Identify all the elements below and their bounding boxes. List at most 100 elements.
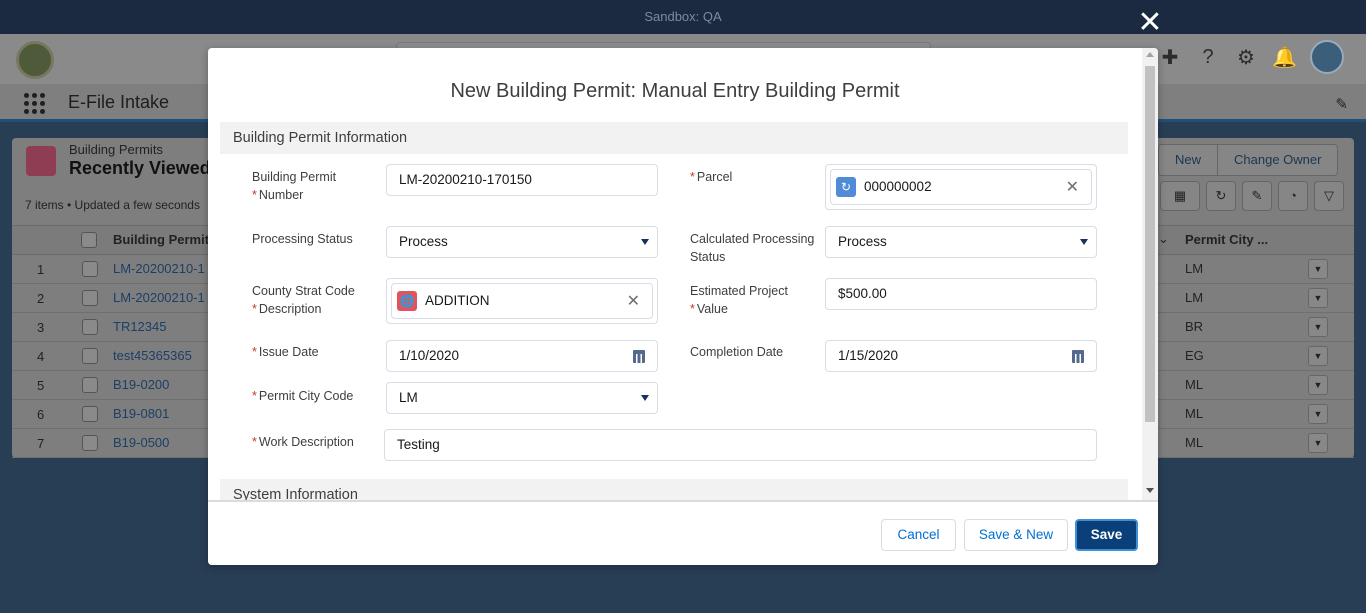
section-permit-info[interactable]: Building Permit Information [220, 122, 1128, 154]
row-city: LM [1185, 290, 1204, 305]
processing-status-select[interactable]: Process [386, 226, 658, 258]
parcel-lookup-field[interactable]: ↻ 000000002 ✕ [825, 164, 1097, 210]
gear-icon[interactable]: ⚙ [1234, 45, 1258, 70]
add-icon[interactable]: ✚ [1158, 45, 1182, 70]
list-toolbar: ▦ ↻ ✎ ◔ ▽ [1160, 181, 1344, 211]
est-value-field[interactable]: $500.00 [825, 278, 1097, 310]
row-link[interactable]: B19-0200 [113, 377, 169, 392]
edit-nav-icon[interactable]: ✎ [1335, 95, 1348, 113]
avatar[interactable] [1310, 40, 1344, 74]
help-icon[interactable]: ? [1196, 46, 1220, 69]
parcel-pill: ↻ 000000002 ✕ [830, 169, 1092, 205]
column-header-city[interactable]: Permit City ... [1185, 232, 1268, 247]
app-name: E-File Intake [68, 92, 170, 112]
row-checkbox[interactable] [82, 377, 98, 393]
refresh-icon[interactable]: ↻ [1206, 181, 1236, 211]
modal-scroll-thumb[interactable] [1145, 66, 1155, 422]
row-number: 1 [37, 262, 45, 277]
globe-icon: 🌐 [397, 291, 417, 311]
row-link[interactable]: LM-20200210-1 [113, 290, 205, 305]
issue-date-value: 1/10/2020 [399, 348, 460, 363]
app-launcher-icon[interactable] [24, 93, 46, 115]
completion-date-label: Completion Date [690, 345, 784, 359]
row-checkbox[interactable] [82, 348, 98, 364]
row-checkbox[interactable] [82, 406, 98, 422]
permit-number-field[interactable]: LM-20200210-170150 [386, 164, 658, 196]
row-number: 7 [37, 436, 45, 451]
county-strat-lookup-field[interactable]: 🌐 ADDITION ✕ [386, 278, 658, 324]
parcel-icon: ↻ [836, 177, 856, 197]
list-actions: New Change Owner [1158, 144, 1339, 176]
row-checkbox[interactable] [82, 290, 98, 306]
row-city: BR [1185, 319, 1204, 334]
modal-footer: Cancel Save & New Save [208, 500, 1158, 565]
list-view-title[interactable]: Recently Viewed [69, 158, 211, 179]
county-strat-pill: 🌐 ADDITION ✕ [391, 283, 653, 319]
edit-list-icon[interactable]: ✎ [1242, 181, 1272, 211]
building-permit-icon [26, 146, 56, 176]
calendar-icon[interactable] [1072, 350, 1084, 363]
new-button[interactable]: New [1159, 145, 1217, 175]
change-owner-button[interactable]: Change Owner [1217, 145, 1337, 175]
row-action-icon[interactable]: ▼ [1308, 433, 1328, 453]
row-link[interactable]: TR12345 [113, 319, 166, 334]
row-action-icon[interactable]: ▼ [1308, 259, 1328, 279]
modal-title: New Building Permit: Manual Entry Buildi… [450, 80, 900, 102]
completion-date-value: 1/15/2020 [838, 348, 899, 363]
row-action-icon[interactable]: ▼ [1308, 375, 1328, 395]
row-action-icon[interactable]: ▼ [1308, 317, 1328, 337]
row-city: EG [1185, 348, 1204, 363]
row-link[interactable]: test45365365 [113, 348, 192, 363]
row-number: 4 [37, 349, 45, 364]
permit-city-code-select[interactable]: LM [386, 382, 658, 414]
county-strat-value: ADDITION [425, 293, 490, 308]
new-permit-modal: New Building Permit: Manual Entry Buildi… [208, 48, 1158, 565]
filter-icon[interactable]: ▽ [1314, 181, 1344, 211]
remove-county-strat-icon[interactable]: ✕ [627, 291, 640, 311]
row-city: ML [1185, 377, 1204, 392]
row-number: 2 [37, 291, 45, 306]
row-action-icon[interactable]: ▼ [1308, 346, 1328, 366]
remove-parcel-icon[interactable]: ✕ [1066, 177, 1079, 197]
completion-date-field[interactable]: 1/15/2020 [825, 340, 1097, 372]
parcel-label: * Parcel [690, 170, 733, 184]
processing-status-label: Processing Status [252, 232, 353, 246]
select-all-checkbox[interactable] [81, 232, 97, 248]
save-button[interactable]: Save [1075, 519, 1138, 551]
work-description-label: * Work Description [252, 435, 354, 449]
row-link[interactable]: LM-20200210-1 [113, 261, 205, 276]
chart-icon[interactable]: ◔ [1278, 181, 1308, 211]
row-link[interactable]: B19-0500 [113, 435, 169, 450]
issue-date-field[interactable]: 1/10/2020 [386, 340, 658, 372]
object-label: Building Permits [69, 142, 163, 157]
row-number: 3 [37, 320, 45, 335]
row-checkbox[interactable] [82, 435, 98, 451]
header-utility-icons: ✚ ? ⚙ 🔔 [1158, 40, 1344, 74]
row-checkbox[interactable] [82, 319, 98, 335]
scroll-up-icon[interactable] [1146, 52, 1154, 57]
row-action-icon[interactable]: ▼ [1308, 288, 1328, 308]
permit-number-label: Building Permit * Number [252, 170, 337, 202]
org-logo [16, 41, 54, 79]
work-description-field[interactable]: Testing [384, 429, 1097, 461]
row-city: ML [1185, 435, 1204, 450]
row-action-icon[interactable]: ▼ [1308, 404, 1328, 424]
column-header-name[interactable]: Building Permit [113, 232, 209, 247]
chevron-down-icon[interactable]: ⌄ [1158, 231, 1169, 247]
calc-processing-status-select[interactable]: Process [825, 226, 1097, 258]
row-number: 6 [37, 407, 45, 422]
row-number: 5 [37, 378, 45, 393]
list-meta: 7 items • Updated a few seconds [25, 198, 200, 212]
row-city: ML [1185, 406, 1204, 421]
save-and-new-button[interactable]: Save & New [964, 519, 1068, 551]
display-as-icon[interactable]: ▦ [1160, 181, 1200, 211]
calendar-icon[interactable] [633, 350, 645, 363]
row-checkbox[interactable] [82, 261, 98, 277]
est-value-label: Estimated Project * Value [690, 284, 788, 316]
bell-icon[interactable]: 🔔 [1272, 45, 1297, 70]
cancel-button[interactable]: Cancel [881, 519, 956, 551]
scroll-down-icon[interactable] [1146, 488, 1154, 493]
close-icon[interactable]: ✕ [1136, 8, 1164, 38]
row-city: LM [1185, 261, 1204, 276]
row-link[interactable]: B19-0801 [113, 406, 169, 421]
